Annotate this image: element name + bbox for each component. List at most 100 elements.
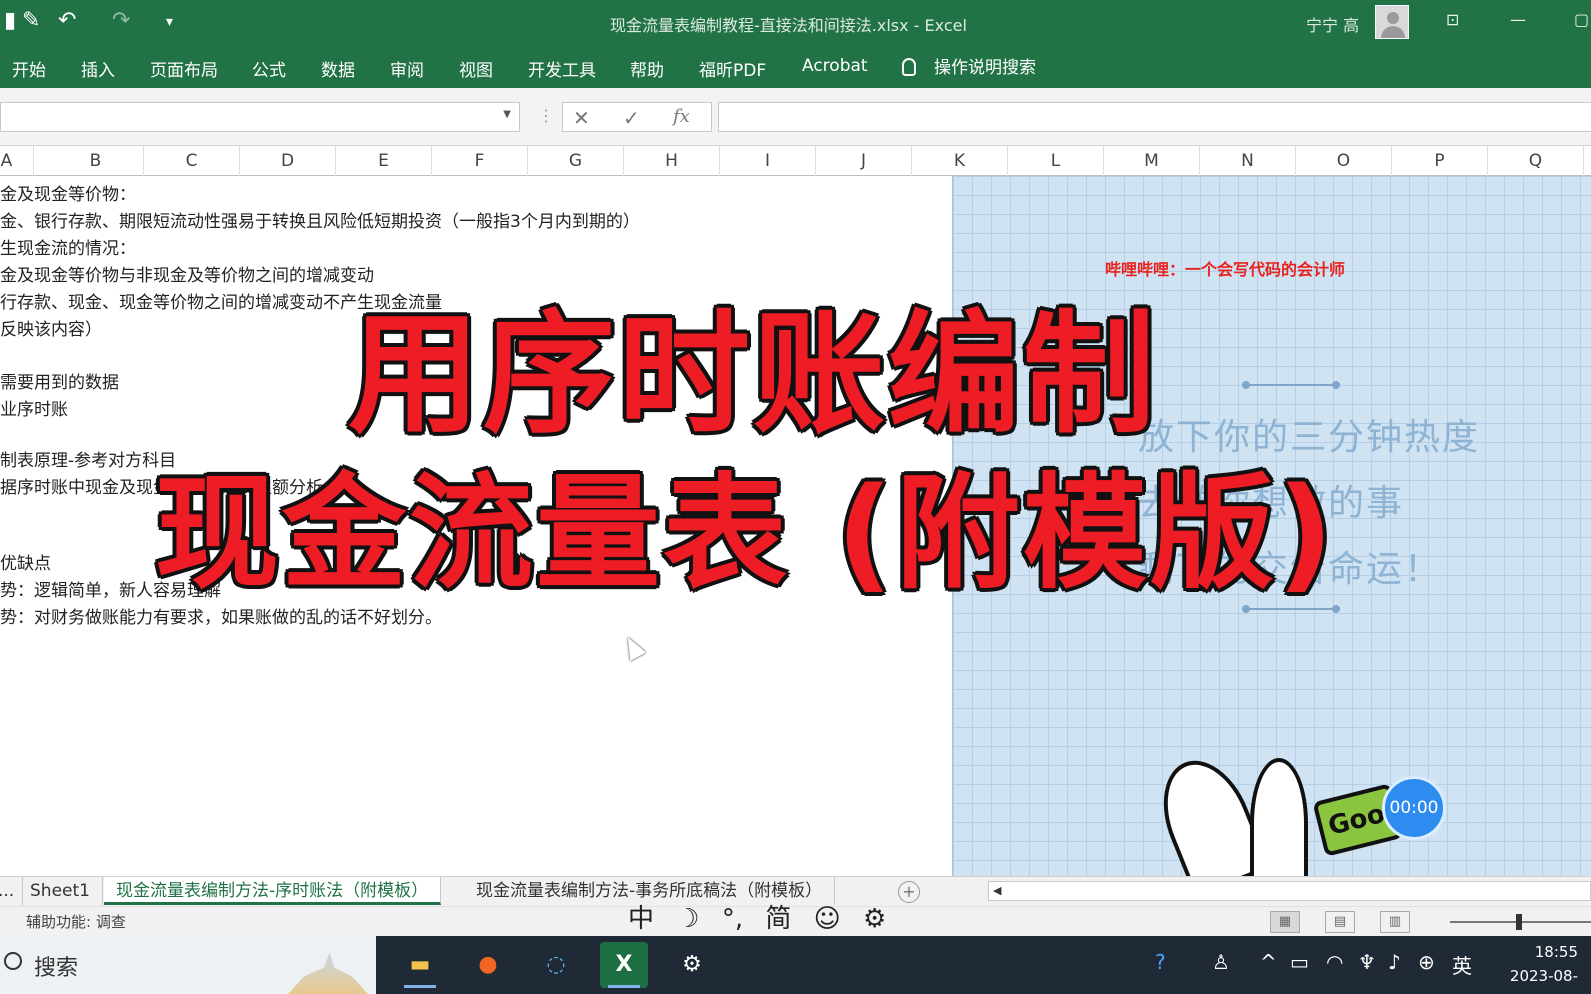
column-header-a[interactable]: A <box>0 146 34 176</box>
tab-formulas[interactable]: 公式 <box>252 56 286 81</box>
minimize-icon[interactable]: — <box>1510 10 1526 29</box>
column-header-n[interactable]: N <box>1200 146 1296 176</box>
clock-date: 2023-08-15 <box>1509 967 1578 994</box>
cell-text[interactable]: 金及现金等价物： <box>0 180 136 205</box>
cell-text[interactable]: 金及现金等价物与非现金及等价物之间的增减变动 <box>0 261 374 286</box>
sheet-tab-sheet1[interactable]: Sheet1 <box>18 877 103 905</box>
formula-bar-splitter[interactable]: ⋮ <box>538 106 554 125</box>
cell-text[interactable]: 金、银行存款、期限短流动性强易于转换且风险低短期投资（一般指3个月内到期的） <box>0 207 640 232</box>
recording-timer[interactable]: 00:00 <box>1382 776 1446 840</box>
column-header-c[interactable]: C <box>144 146 240 176</box>
chat-app-icon[interactable]: ◌ <box>532 942 580 988</box>
column-header-i[interactable]: I <box>720 146 816 176</box>
zoom-slider-thumb[interactable] <box>1516 914 1522 930</box>
undo-icon[interactable]: ↶ <box>58 8 76 33</box>
cell-text[interactable]: 需要用到的数据 <box>0 368 119 393</box>
ime-emoji-icon[interactable]: ☺ <box>814 904 841 934</box>
chevron-up-icon[interactable]: ^ <box>1260 950 1277 974</box>
video-title-line-1: 用序时账编制 <box>348 298 1158 452</box>
column-header-e[interactable]: E <box>336 146 432 176</box>
ime-halfwidth-icon[interactable]: ☽ <box>676 904 699 934</box>
decorative-divider <box>1242 381 1340 389</box>
tab-page-layout[interactable]: 页面布局 <box>150 56 218 81</box>
ime-settings-icon[interactable]: ⚙ <box>863 904 886 934</box>
add-sheet-icon[interactable]: + <box>898 881 920 903</box>
help-tray-icon[interactable]: ? <box>1155 950 1166 974</box>
cell-text[interactable]: 反映该内容） <box>0 315 102 340</box>
people-tray-icon[interactable]: ♙ <box>1212 950 1230 974</box>
wifi-icon[interactable]: ◠ <box>1326 950 1343 974</box>
cell-text[interactable]: 生现金流的情况： <box>0 234 136 259</box>
excel-icon[interactable]: X <box>600 942 648 988</box>
normal-view-icon[interactable]: ▦ <box>1270 911 1300 933</box>
column-headers: A B C D E F G H I J K L M N O P Q <box>0 146 1591 176</box>
window-title: 现金流量表编制教程-直接法和间接法.xlsx - Excel <box>610 16 967 35</box>
column-header-q[interactable]: Q <box>1488 146 1584 176</box>
bunny-ear-icon <box>1250 758 1308 888</box>
maximize-icon[interactable]: ▢ <box>1574 10 1589 29</box>
column-header-d[interactable]: D <box>240 146 336 176</box>
insert-function-icon[interactable]: fx <box>673 106 690 127</box>
ribbon-tabs: 开始 插入 页面布局 公式 数据 审阅 视图 开发工具 帮助 福昕PDF Acr… <box>0 44 1591 88</box>
tab-view[interactable]: 视图 <box>459 56 493 81</box>
cell-text[interactable]: 制表原理-参考对方科目 <box>0 446 176 471</box>
column-header-b[interactable]: B <box>48 146 144 176</box>
battery-icon[interactable]: ▭ <box>1290 950 1309 974</box>
usb-icon[interactable]: ♆ <box>1358 950 1376 974</box>
ime-punctuation-icon[interactable]: °, <box>722 904 743 934</box>
tab-developer[interactable]: 开发工具 <box>528 56 596 81</box>
redo-icon[interactable]: ↷ <box>112 8 130 33</box>
taskbar-search[interactable]: 搜索 <box>0 936 376 994</box>
tell-me-search[interactable]: 操作说明搜索 <box>902 53 1036 78</box>
chevron-down-icon[interactable]: ▼ <box>503 109 511 120</box>
column-header-m[interactable]: M <box>1104 146 1200 176</box>
column-header-h[interactable]: H <box>624 146 720 176</box>
page-layout-view-icon[interactable]: ▤ <box>1325 911 1355 933</box>
tab-review[interactable]: 审阅 <box>390 56 424 81</box>
format-painter-icon[interactable]: ✎ <box>22 8 40 33</box>
tab-acrobat[interactable]: Acrobat <box>802 56 868 76</box>
settings-icon[interactable]: ⚙ <box>668 942 716 988</box>
ribbon-display-options-icon[interactable]: ⊡ <box>1446 10 1459 29</box>
horizontal-scrollbar[interactable]: ◀ <box>988 881 1591 901</box>
column-header-k[interactable]: K <box>912 146 1008 176</box>
system-clock[interactable]: 18:55 2023-08-15 <box>1498 940 1578 994</box>
cell-text[interactable]: 业序时账 <box>0 395 68 420</box>
input-indicator-icon[interactable]: ⊕ <box>1418 950 1435 974</box>
volume-icon[interactable]: ♪ <box>1388 950 1401 974</box>
scroll-left-icon[interactable]: ◀ <box>993 884 1001 897</box>
column-header-g[interactable]: G <box>528 146 624 176</box>
lightbulb-icon <box>902 58 916 76</box>
ime-simplified-mode[interactable]: 简 <box>765 898 791 935</box>
save-icon[interactable]: ▮ <box>4 8 16 33</box>
column-header-f[interactable]: F <box>432 146 528 176</box>
cancel-icon[interactable]: ✕ <box>573 106 590 130</box>
input-language[interactable]: 英 <box>1452 950 1472 979</box>
column-header-p[interactable]: P <box>1392 146 1488 176</box>
ime-chinese-mode[interactable]: 中 <box>628 898 654 935</box>
customize-quick-access-icon[interactable]: ▾ <box>166 14 173 30</box>
tab-help[interactable]: 帮助 <box>630 56 664 81</box>
page-break-view-icon[interactable]: ▥ <box>1380 911 1410 933</box>
user-name[interactable]: 宁宁 高 <box>1306 12 1359 36</box>
column-header-l[interactable]: L <box>1008 146 1104 176</box>
tab-home[interactable]: 开始 <box>12 56 46 81</box>
tab-foxit-pdf[interactable]: 福昕PDF <box>699 56 766 81</box>
tab-data[interactable]: 数据 <box>321 56 355 81</box>
avatar[interactable] <box>1375 5 1409 39</box>
name-box[interactable]: ▼ <box>0 102 520 132</box>
clock-time: 18:55 <box>1534 943 1578 961</box>
cell-text[interactable]: 优缺点 <box>0 549 51 574</box>
browser-icon[interactable]: ● <box>464 942 512 988</box>
tab-insert[interactable]: 插入 <box>81 56 115 81</box>
tell-me-label: 操作说明搜索 <box>934 58 1036 78</box>
sheet-tab-journal-method[interactable]: 现金流量表编制方法-序时账法（附模板） <box>104 877 442 905</box>
column-header-o[interactable]: O <box>1296 146 1392 176</box>
formula-input[interactable] <box>718 102 1591 132</box>
video-title-line-2: 现金流量表 (附模版) <box>155 462 1337 606</box>
enter-icon[interactable]: ✓ <box>623 106 640 130</box>
file-explorer-icon[interactable]: ▬ <box>396 942 444 988</box>
column-header-j[interactable]: J <box>816 146 912 176</box>
search-icon <box>4 952 22 970</box>
accessibility-status[interactable]: 辅助功能: 调查 <box>26 911 126 932</box>
